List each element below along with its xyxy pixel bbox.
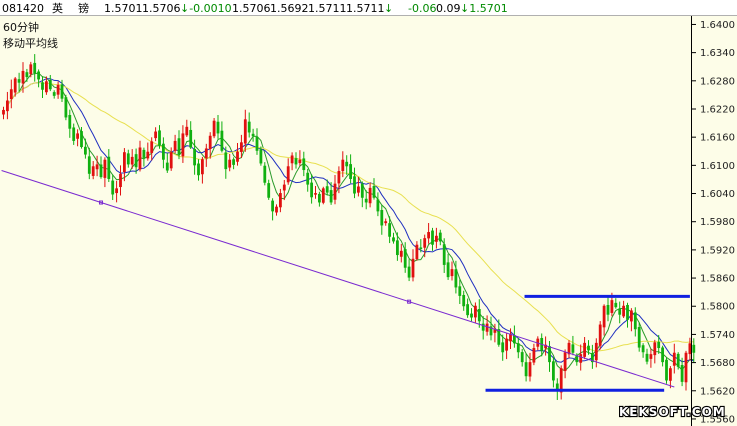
- header-item-7: 1.5692: [270, 2, 309, 15]
- y-tick-label-12: 1.5680: [700, 358, 735, 369]
- y-tick-label-10: 1.5800: [700, 302, 735, 313]
- y-tick-label-5: 1.6100: [700, 161, 735, 172]
- header-item-5: ↓-0.0010: [180, 2, 232, 15]
- y-tick-label-0: 1.6400: [700, 20, 735, 31]
- period-label: 60分钟: [3, 20, 39, 34]
- candle-54: [212, 118, 216, 139]
- y-tick-label-8: 1.5920: [700, 245, 735, 256]
- y-tick-label-4: 1.6160: [700, 133, 735, 144]
- header-item-12: 0.09: [436, 2, 461, 15]
- y-tick-label-9: 1.5860: [700, 274, 735, 285]
- header-item-2: 镑: [78, 1, 89, 15]
- header-item-3: 1.5701: [104, 2, 143, 15]
- candlestick-chart: 1.6400 1.6340 1.6280 1.6220 1.6160 1.6100 1.60…: [0, 0, 737, 426]
- y-tick-label-3: 1.6220: [700, 104, 735, 115]
- header-item-13: ↓1.5701: [460, 2, 508, 15]
- header-item-6: 1.5706: [232, 2, 271, 15]
- header-item-1: 英: [52, 1, 63, 15]
- header-item-9: 1.5711: [346, 2, 385, 15]
- y-tick-label-1: 1.6340: [700, 48, 735, 59]
- header-item-8: 1.5711: [308, 2, 347, 15]
- y-tick-label-7: 1.5980: [700, 217, 735, 228]
- quote-header: 081420 英镑 1.5701 1.5706 ↓-0.0010 1.5706 1.5692…: [2, 1, 508, 15]
- header-item-0: 081420: [2, 2, 44, 15]
- y-tick-label-13: 1.5620: [700, 386, 735, 397]
- header-item-10: ↓: [384, 2, 393, 15]
- chart-background: [0, 0, 737, 426]
- candle-82: [321, 186, 325, 205]
- candle-153: [598, 321, 602, 350]
- header-item-11: -0.06: [408, 2, 436, 15]
- y-tick-label-2: 1.6280: [700, 76, 735, 87]
- chart-stage: 1.6400 1.6340 1.6280 1.6220 1.6160 1.6100 1.60…: [0, 0, 737, 426]
- candle-16: [64, 94, 68, 121]
- header-item-4: 1.5706: [142, 2, 181, 15]
- y-tick-label-6: 1.6040: [700, 189, 735, 200]
- candle-170: [665, 357, 668, 384]
- indicator-label: 移动平均线: [3, 36, 58, 50]
- y-tick-label-11: 1.5740: [700, 330, 735, 341]
- watermark: KEKSOFT.COM: [619, 405, 726, 419]
